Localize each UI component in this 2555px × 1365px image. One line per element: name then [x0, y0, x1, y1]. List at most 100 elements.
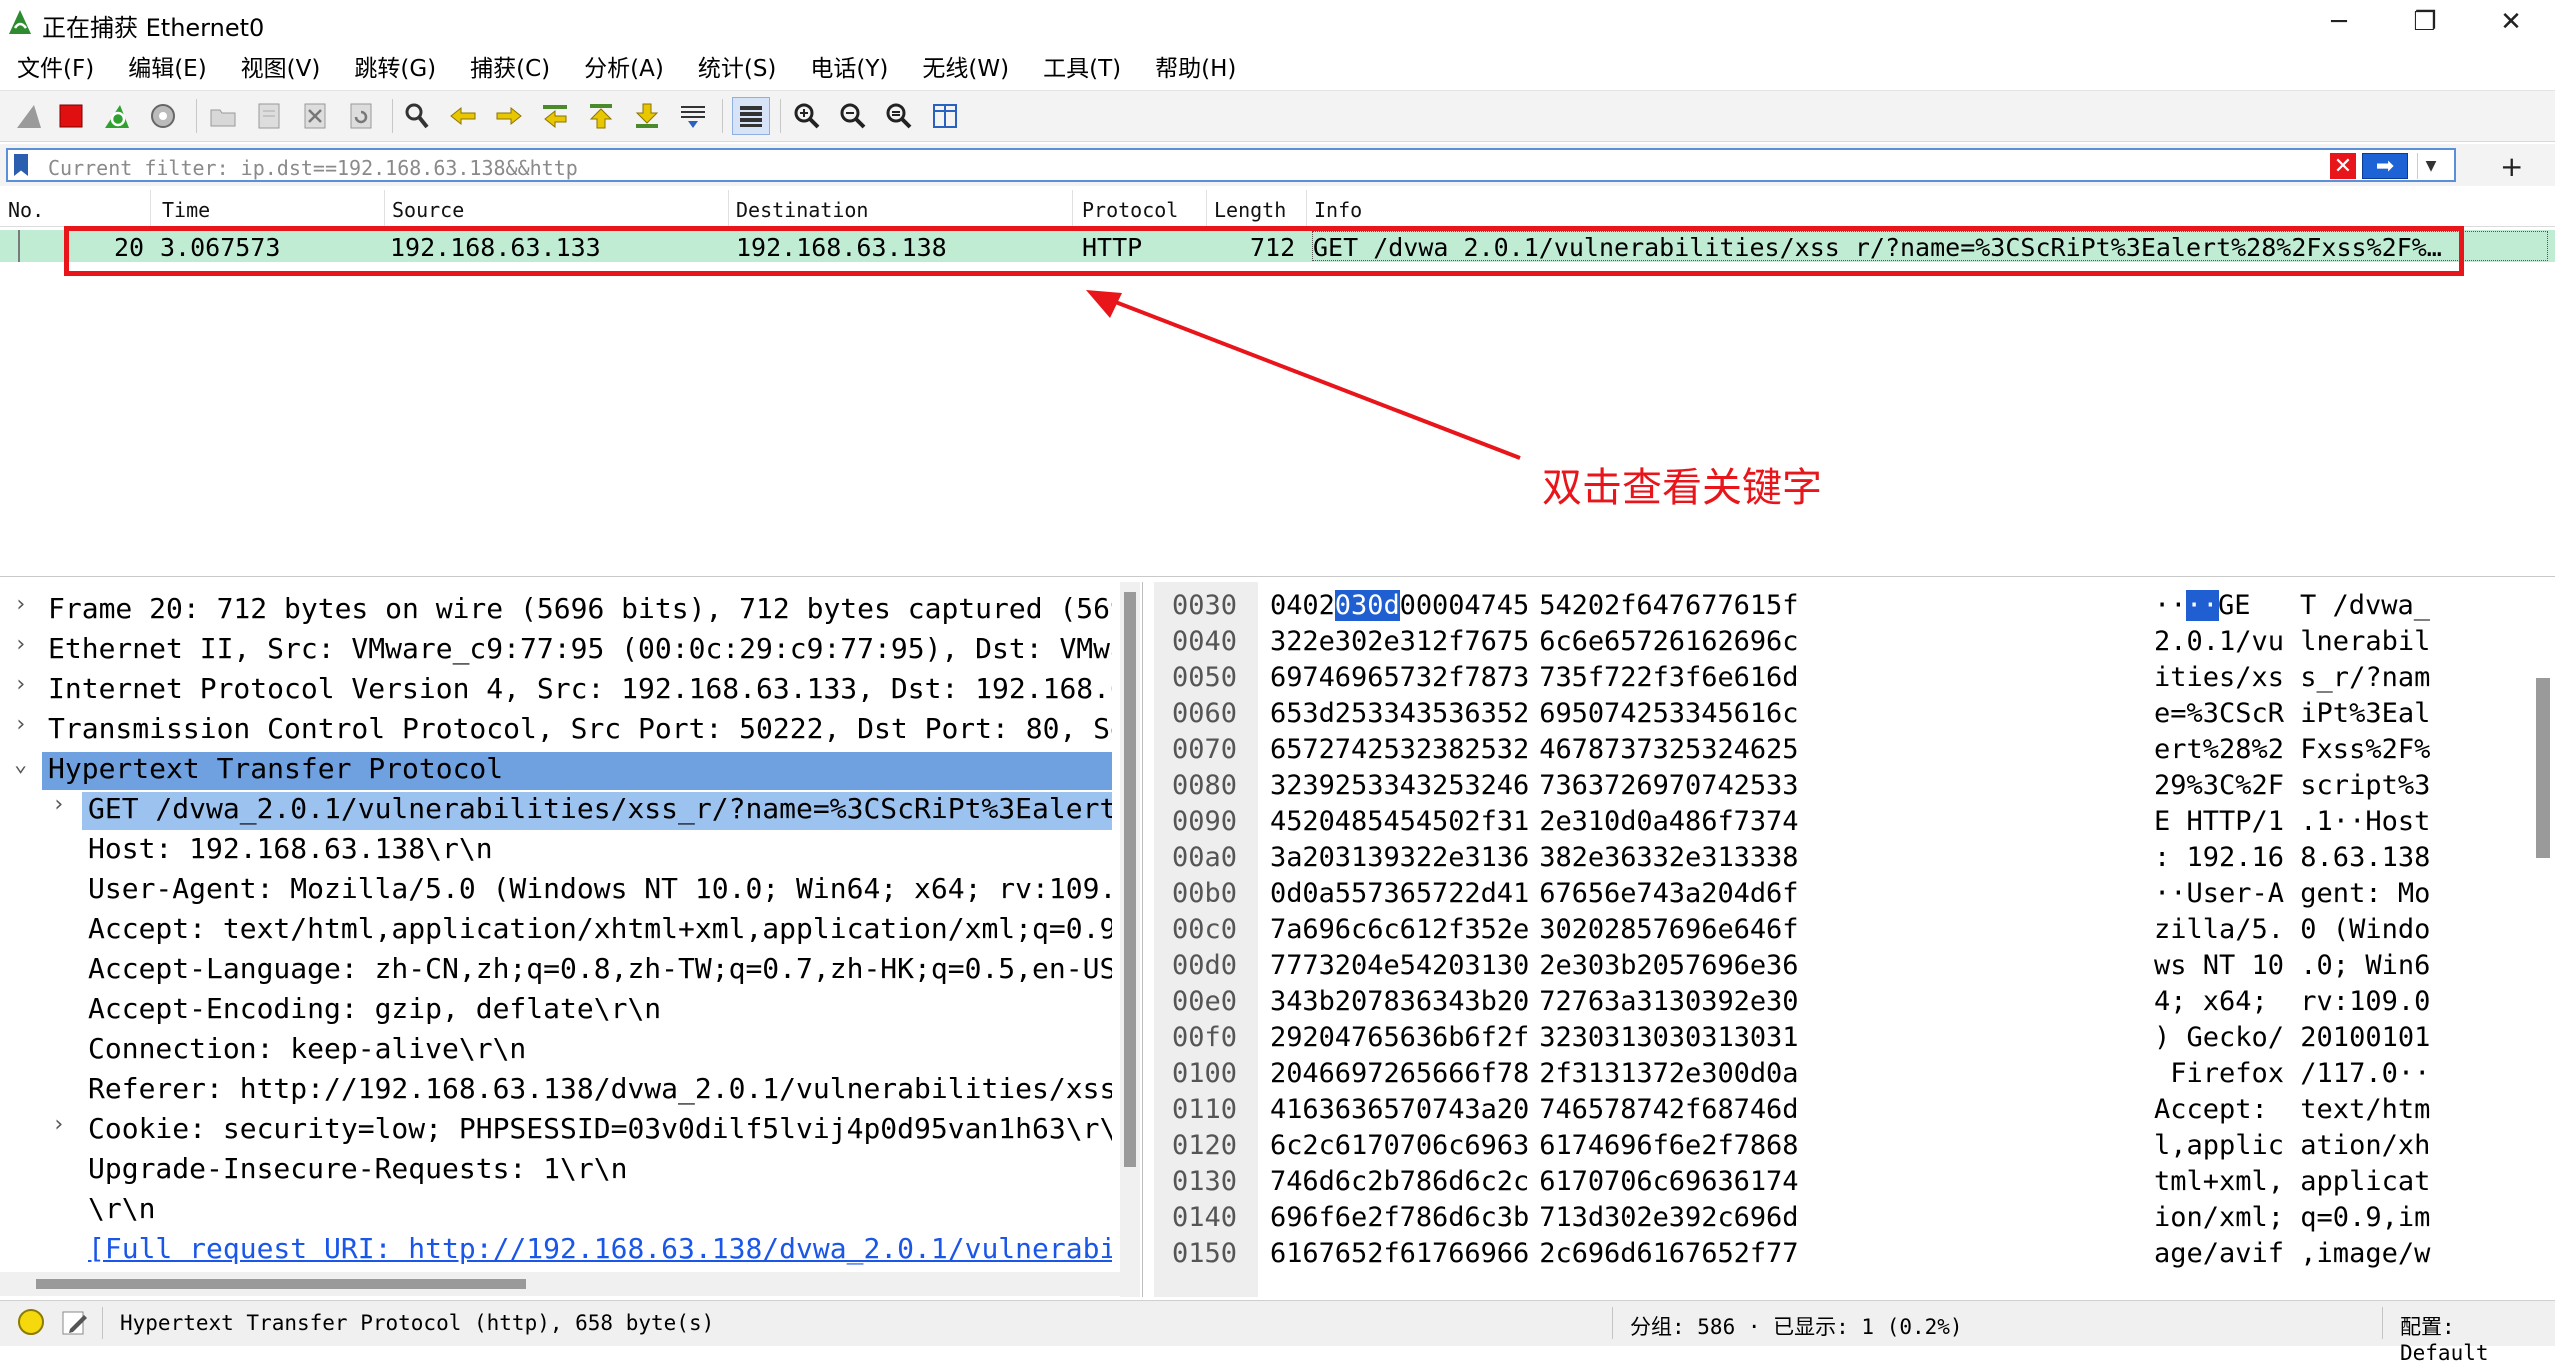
- hex-byte[interactable]: 20: [1572, 914, 1605, 945]
- hex-byte[interactable]: 30: [1734, 1022, 1767, 1053]
- hex-byte[interactable]: 74: [1734, 1094, 1767, 1125]
- go-back-icon[interactable]: [444, 97, 482, 135]
- hex-byte[interactable]: 2e: [1497, 914, 1530, 945]
- hex-byte[interactable]: 39: [1669, 1202, 1702, 1233]
- hex-byte[interactable]: 31: [1604, 1022, 1637, 1053]
- hex-row[interactable]: 0030 04 02 03 0d 00 00 47 45 54 20 2f 64 76 77 61 5f ·· ··…: [1154, 590, 2534, 626]
- hex-byte[interactable]: 69: [1669, 914, 1702, 945]
- hex-byte[interactable]: 2f: [1734, 1238, 1767, 1269]
- hex-byte[interactable]: 78: [1734, 1130, 1767, 1161]
- column-header-length[interactable]: Length: [1214, 198, 1286, 222]
- hex-byte[interactable]: 66: [1497, 1238, 1530, 1269]
- column-separator[interactable]: [150, 190, 151, 226]
- hex-byte[interactable]: 63: [1497, 1130, 1530, 1161]
- hex-byte[interactable]: 28: [1604, 914, 1637, 945]
- hex-byte[interactable]: 3d: [1302, 698, 1335, 729]
- hex-byte[interactable]: 33: [1636, 842, 1669, 873]
- hex-byte[interactable]: 69: [1669, 1166, 1702, 1197]
- tree-row-crlf[interactable]: \r\n: [0, 1190, 1112, 1230]
- hex-row[interactable]: 0120 6c 2c 61 70 70 6c 69 63 61 74 69 6f 6e 2f 78 68 l,ap…: [1154, 1130, 2534, 1166]
- expand-arrow-icon[interactable]: ›: [14, 632, 34, 657]
- hex-ascii[interactable]: T /dvwa_: [2300, 590, 2430, 621]
- tree-row-connection[interactable]: Connection: keep-alive\r\n: [0, 1030, 1112, 1070]
- hex-byte[interactable]: 65: [1572, 878, 1605, 909]
- hex-ascii[interactable]: ities/xs s_r/?nam: [2154, 662, 2430, 693]
- hex-byte[interactable]: 61: [1734, 590, 1767, 621]
- hex-byte[interactable]: 77: [1270, 950, 1303, 981]
- hex-byte[interactable]: 2c: [1701, 1202, 1734, 1233]
- hex-byte[interactable]: 3a: [1604, 986, 1637, 1017]
- hex-byte[interactable]: 74: [1636, 878, 1669, 909]
- hex-byte[interactable]: 45: [1270, 806, 1303, 837]
- hex-byte[interactable]: 0d: [1734, 1058, 1767, 1089]
- bookmark-icon[interactable]: [14, 154, 28, 176]
- hex-row[interactable]: 0130 74 6d 6c 2b 78 6d 6c 2c 61 70 70 6c 69 63 61 74 tml+…: [1154, 1166, 2534, 1202]
- hex-byte[interactable]: 72: [1604, 770, 1637, 801]
- tree-row-full-request-uri[interactable]: [Full request URI: http://192.168.63.138…: [0, 1230, 1112, 1270]
- hex-byte[interactable]: 20: [1302, 1022, 1335, 1053]
- hex-byte[interactable]: 31: [1572, 1058, 1605, 1089]
- hex-byte[interactable]: 73: [1539, 770, 1572, 801]
- hex-byte[interactable]: 3f: [1669, 662, 1702, 693]
- hex-byte[interactable]: 0d: [1270, 878, 1303, 909]
- zoom-out-icon[interactable]: [834, 97, 872, 135]
- hex-byte[interactable]: 65: [1400, 1058, 1433, 1089]
- hex-byte[interactable]: 2f: [1367, 1202, 1400, 1233]
- hex-byte[interactable]: 61: [1734, 1166, 1767, 1197]
- hex-byte[interactable]: 2e: [1367, 626, 1400, 657]
- hex-byte[interactable]: 6e: [1604, 878, 1637, 909]
- hex-byte[interactable]: 73: [1636, 734, 1669, 765]
- hex-byte[interactable]: 69: [1270, 1202, 1303, 1233]
- hex-byte[interactable]: 2f: [1432, 662, 1465, 693]
- hex-byte[interactable]: 39: [1302, 770, 1335, 801]
- hex-byte[interactable]: 0a: [1302, 878, 1335, 909]
- save-file-icon[interactable]: [250, 97, 288, 135]
- hex-byte[interactable]: 36: [1497, 842, 1530, 873]
- hex-byte[interactable]: 73: [1497, 662, 1530, 693]
- hex-byte[interactable]: 74: [1572, 1130, 1605, 1161]
- hex-byte[interactable]: 39: [1367, 842, 1400, 873]
- hex-byte[interactable]: 2f: [1464, 806, 1497, 837]
- hex-byte[interactable]: 67: [1669, 1238, 1702, 1269]
- hex-byte[interactable]: 2f: [1604, 590, 1637, 621]
- hex-byte[interactable]: 2f: [1432, 914, 1465, 945]
- first-packet-icon[interactable]: [582, 97, 620, 135]
- hex-byte[interactable]: 61: [1335, 1130, 1368, 1161]
- hex-ascii[interactable]: : 192.16 8.63.138: [2154, 842, 2430, 873]
- hex-byte[interactable]: 6d: [1604, 1238, 1637, 1269]
- hex-byte[interactable]: 2c: [1539, 1238, 1572, 1269]
- hex-byte[interactable]: 69: [1701, 950, 1734, 981]
- hex-byte[interactable]: 0d: [1367, 590, 1400, 621]
- column-separator[interactable]: [1306, 190, 1307, 226]
- hex-byte[interactable]: 2e: [1539, 806, 1572, 837]
- hex-byte[interactable]: 65: [1604, 626, 1637, 657]
- tree-row-ipv4[interactable]: › Internet Protocol Version 4, Src: 192.…: [0, 670, 1112, 710]
- hex-byte[interactable]: 2d: [1464, 878, 1497, 909]
- hex-byte[interactable]: 33: [1734, 842, 1767, 873]
- find-packet-icon[interactable]: [398, 97, 436, 135]
- hex-byte[interactable]: 61: [1400, 914, 1433, 945]
- hex-ascii[interactable]: zilla/5. 0 (Windo: [2154, 914, 2430, 945]
- hex-byte[interactable]: 64: [1636, 590, 1669, 621]
- hex-ascii-selected[interactable]: ··: [2186, 590, 2219, 621]
- menu-go[interactable]: 跳转(G): [337, 49, 453, 83]
- hex-byte[interactable]: 69: [1464, 1238, 1497, 1269]
- open-file-icon[interactable]: [204, 97, 242, 135]
- hex-byte[interactable]: 30: [1669, 986, 1702, 1017]
- hex-byte[interactable]: 70: [1572, 1166, 1605, 1197]
- hex-byte[interactable]: 34: [1270, 986, 1303, 1017]
- hex-byte[interactable]: 64: [1734, 914, 1767, 945]
- go-forward-icon[interactable]: [490, 97, 528, 135]
- hex-byte[interactable]: 3a: [1270, 842, 1303, 873]
- hex-byte[interactable]: 2c: [1302, 1130, 1335, 1161]
- menu-edit[interactable]: 编辑(E): [111, 49, 223, 83]
- tree-row-upgrade-insecure[interactable]: Upgrade-Insecure-Requests: 1\r\n: [0, 1150, 1112, 1190]
- column-separator[interactable]: [384, 190, 385, 226]
- hex-ascii[interactable]: ··: [2154, 590, 2187, 621]
- hex-byte[interactable]: 65: [1270, 734, 1303, 765]
- hex-byte[interactable]: 61: [1734, 662, 1767, 693]
- hex-byte[interactable]: 33: [1669, 698, 1702, 729]
- hex-byte[interactable]: 72: [1636, 626, 1669, 657]
- column-separator[interactable]: [1072, 190, 1073, 226]
- hex-byte[interactable]: 72: [1367, 1058, 1400, 1089]
